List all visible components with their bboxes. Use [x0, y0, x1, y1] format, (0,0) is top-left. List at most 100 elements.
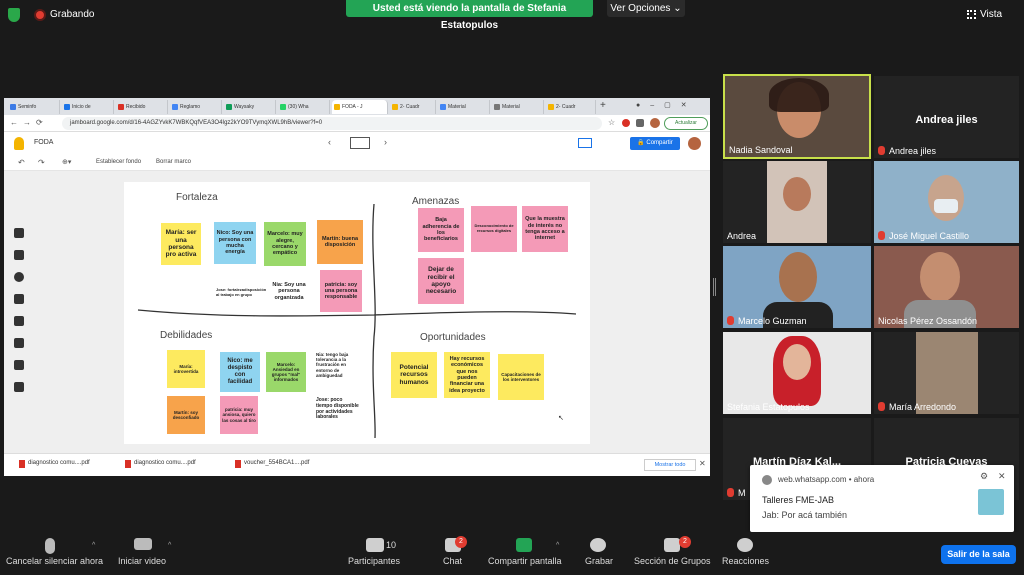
next-frame-icon[interactable]: › [384, 137, 387, 147]
participants-icon[interactable] [366, 538, 384, 552]
video-off-icon[interactable] [134, 538, 152, 550]
sticky-note[interactable]: Baja adherencia de los beneficiarios [418, 208, 464, 252]
view-options-button[interactable]: Ver Opciones ⌄ [607, 0, 685, 17]
unmute-button[interactable]: Cancelar silenciar ahora [6, 556, 103, 566]
sticky-note-icon[interactable] [14, 294, 24, 304]
browser-tab-active[interactable]: FODA - J [332, 100, 388, 114]
participant-tile[interactable]: Nadia Sandoval [723, 74, 871, 159]
url-input[interactable]: jamboard.google.com/d/16-4AGZYvkK7WBKQqf… [62, 117, 602, 130]
download-item[interactable]: voucher_554BCA1....pdf [235, 460, 309, 468]
start-video-button[interactable]: Iniciar video [118, 556, 166, 566]
jamboard-frame[interactable]: Fortaleza Amenazas Debilidades Oportunid… [124, 182, 590, 444]
sticky-note[interactable]: Martín: buena disposición [317, 220, 363, 264]
browser-tab[interactable]: Reglamo [170, 100, 222, 114]
extension-icon[interactable] [622, 119, 630, 127]
participant-tile[interactable]: María Arredondo [874, 332, 1019, 414]
participant-tile[interactable]: José Miguel Castillo [874, 161, 1019, 243]
breakout-rooms-button[interactable]: Sección de Grupos [634, 556, 711, 566]
zoom-icon[interactable]: ⊕▾ [62, 158, 71, 166]
text-note[interactable]: Jose: poco tiempo disponible por activid… [316, 397, 360, 421]
splitter-handle[interactable] [713, 278, 716, 296]
profile-avatar[interactable] [650, 118, 660, 128]
redo-icon[interactable]: ↷ [38, 158, 45, 167]
heading-debilidades[interactable]: Debilidades [160, 330, 212, 341]
browser-tab[interactable]: Waysaky [224, 100, 276, 114]
participant-tile[interactable]: Stefania Estatopulos [723, 332, 871, 414]
nav-arrows-icon[interactable]: ←→⟳ [10, 118, 48, 127]
share-screen-button[interactable]: Compartir pantalla [488, 556, 562, 566]
video-options-chevron-icon[interactable]: ^ [168, 542, 171, 549]
settings-gear-icon[interactable]: ⚙ [980, 471, 988, 482]
window-controls[interactable]: ●–▢✕ [636, 101, 697, 109]
share-options-chevron-icon[interactable]: ^ [556, 542, 559, 549]
browser-tab[interactable]: Inicio de [62, 100, 114, 114]
sticky-note[interactable]: Marcelo: muy alegre, cercano y empático [264, 222, 306, 266]
record-icon[interactable] [590, 538, 606, 552]
browser-tab[interactable]: 2- Cuadr [546, 100, 596, 114]
participant-tile[interactable]: Andrea jiles Andrea jiles [874, 76, 1019, 158]
heading-fortaleza[interactable]: Fortaleza [176, 192, 218, 203]
frame-navigator[interactable]: ‹ › [328, 136, 394, 151]
heading-oportunidades[interactable]: Oportunidades [420, 332, 486, 343]
sticky-note[interactable]: Hay recursos económicos que nos pueden f… [444, 352, 490, 398]
new-tab-icon[interactable]: + [600, 100, 606, 111]
clear-frame-button[interactable]: Borrar marco [156, 159, 191, 165]
extension-icons[interactable]: ☆ [608, 118, 660, 128]
sticky-note[interactable]: María: introvertida [167, 350, 205, 388]
share-button[interactable]: 🔒 Compartir [630, 137, 680, 150]
sticky-note[interactable]: patricia: muy ansiosa, quiero las cosas … [220, 396, 258, 434]
image-icon[interactable] [14, 316, 24, 326]
sticky-note[interactable]: Desconocimiento de recursos digitales [471, 206, 517, 252]
sticky-note[interactable]: Dejar de recibir el apoyo necesario [418, 258, 464, 304]
browser-tab[interactable]: (30) Wha [278, 100, 330, 114]
sticky-note[interactable]: Capacitaciones de los interventores [498, 354, 544, 400]
pen-icon[interactable] [14, 228, 24, 238]
record-button[interactable]: Grabar [585, 556, 613, 566]
browser-tab[interactable]: Material [492, 100, 544, 114]
sticky-note[interactable]: patricia: soy una persona responsable [320, 270, 362, 312]
close-downloads-icon[interactable]: ✕ [699, 459, 706, 468]
close-notification-icon[interactable]: ✕ [998, 471, 1006, 482]
whatsapp-notification[interactable]: web.whatsapp.com • ahora ⚙ ✕ Talleres FM… [750, 465, 1014, 532]
frame-thumbnail-icon[interactable] [350, 137, 370, 149]
heading-amenazas[interactable]: Amenazas [412, 196, 459, 207]
reactions-icon[interactable] [737, 538, 753, 552]
puzzle-icon[interactable] [636, 119, 644, 127]
document-title[interactable]: FODA [34, 139, 53, 146]
sticky-note[interactable]: María: ser una persona pro activa [161, 223, 201, 265]
set-background-button[interactable]: Establecer fondo [96, 159, 141, 165]
eraser-icon[interactable] [14, 250, 24, 260]
participant-tile[interactable]: Andrea [723, 161, 871, 243]
text-note[interactable]: Nia: Soy una persona organizada [268, 282, 310, 301]
prev-frame-icon[interactable]: ‹ [328, 137, 331, 147]
browser-tab[interactable]: 2- Cuadr [390, 100, 436, 114]
sticky-note[interactable]: Potencial recursos humanos [391, 352, 437, 398]
sticky-note[interactable]: Nico: Soy una persona con mucha energía [214, 222, 256, 264]
leave-room-button[interactable]: Salir de la sala [941, 545, 1016, 564]
user-avatar[interactable] [688, 137, 701, 150]
laser-icon[interactable] [14, 382, 24, 392]
undo-icon[interactable]: ↶ [18, 158, 25, 167]
download-item[interactable]: diagnostico comu....pdf [19, 460, 90, 468]
download-item[interactable]: diagnostico comu....pdf [125, 460, 196, 468]
star-icon[interactable]: ☆ [608, 118, 615, 127]
share-screen-icon[interactable] [516, 538, 532, 552]
participants-button[interactable]: Participantes [348, 556, 400, 566]
sticky-note[interactable]: Nico: me despisto con facilidad [220, 352, 260, 392]
browser-tab[interactable]: Seminfo [8, 100, 60, 114]
sticky-note[interactable]: Martín: soy desconfiado [167, 396, 205, 434]
chat-button[interactable]: Chat [443, 556, 462, 566]
shape-icon[interactable] [14, 338, 24, 348]
text-box-icon[interactable] [14, 360, 24, 370]
security-shield-icon[interactable] [8, 8, 20, 22]
sticky-note[interactable]: Marcelo: Ansiedad en grupos "mal" inform… [266, 352, 306, 392]
sticky-note[interactable]: Que la muestra de interés no tenga acces… [522, 206, 568, 252]
select-icon[interactable] [14, 272, 24, 282]
reactions-button[interactable]: Reacciones [722, 556, 769, 566]
text-note[interactable]: Jose: fortalezadisposición al trabajo en… [216, 287, 268, 297]
audio-options-chevron-icon[interactable]: ^ [92, 542, 95, 549]
present-icon[interactable] [578, 138, 592, 148]
update-chrome-button[interactable]: Actualizar [664, 117, 708, 130]
grid-view-icon[interactable] [967, 10, 976, 19]
view-button[interactable]: Vista [980, 9, 1002, 20]
